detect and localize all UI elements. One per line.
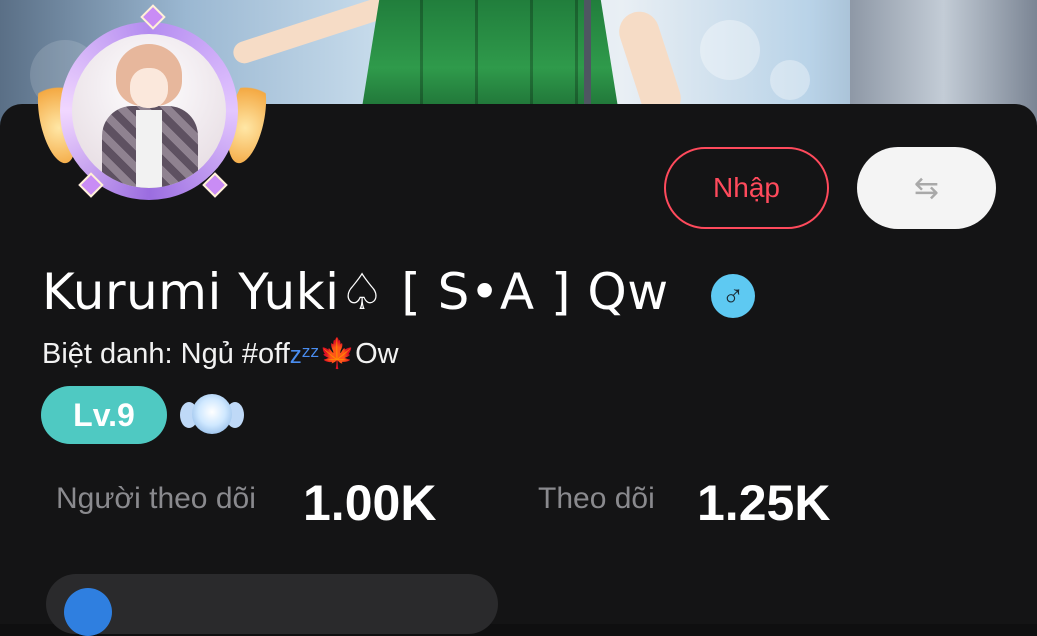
nickname-suffix: Ow xyxy=(355,338,399,370)
nickname-label: Biệt danh: Ngủ #off xyxy=(42,338,290,370)
gender-male-icon: ♂ xyxy=(711,274,755,318)
followers-label[interactable]: Người theo dõi xyxy=(56,482,256,516)
display-name: Kurumi Yuki♤ [ S•A ] Qw xyxy=(42,263,669,321)
maple-leaf-icon: 🍁 xyxy=(318,338,356,370)
level-badge[interactable]: Lv.9 xyxy=(41,386,167,444)
nickname-zzz: zᶻᶻ xyxy=(289,342,319,369)
switch-arrows-icon: ⇆ xyxy=(913,171,940,205)
nickname: Biệt danh: Ngủ #offzᶻᶻ🍁Ow xyxy=(42,336,399,374)
switch-button[interactable]: ⇆ xyxy=(857,147,996,229)
following-label[interactable]: Theo dõi xyxy=(538,482,655,516)
avatar-crown-icon xyxy=(126,4,176,34)
bottom-info-pill[interactable] xyxy=(46,574,498,636)
followers-count[interactable]: 1.00K xyxy=(303,474,436,532)
avatar[interactable] xyxy=(31,4,273,209)
following-count[interactable]: 1.25K xyxy=(697,474,830,532)
import-button-label: Nhập xyxy=(713,172,780,203)
info-icon xyxy=(64,588,112,636)
angel-badge-icon[interactable] xyxy=(180,388,244,440)
avatar-image xyxy=(72,34,226,188)
import-button[interactable]: Nhập xyxy=(664,147,829,229)
